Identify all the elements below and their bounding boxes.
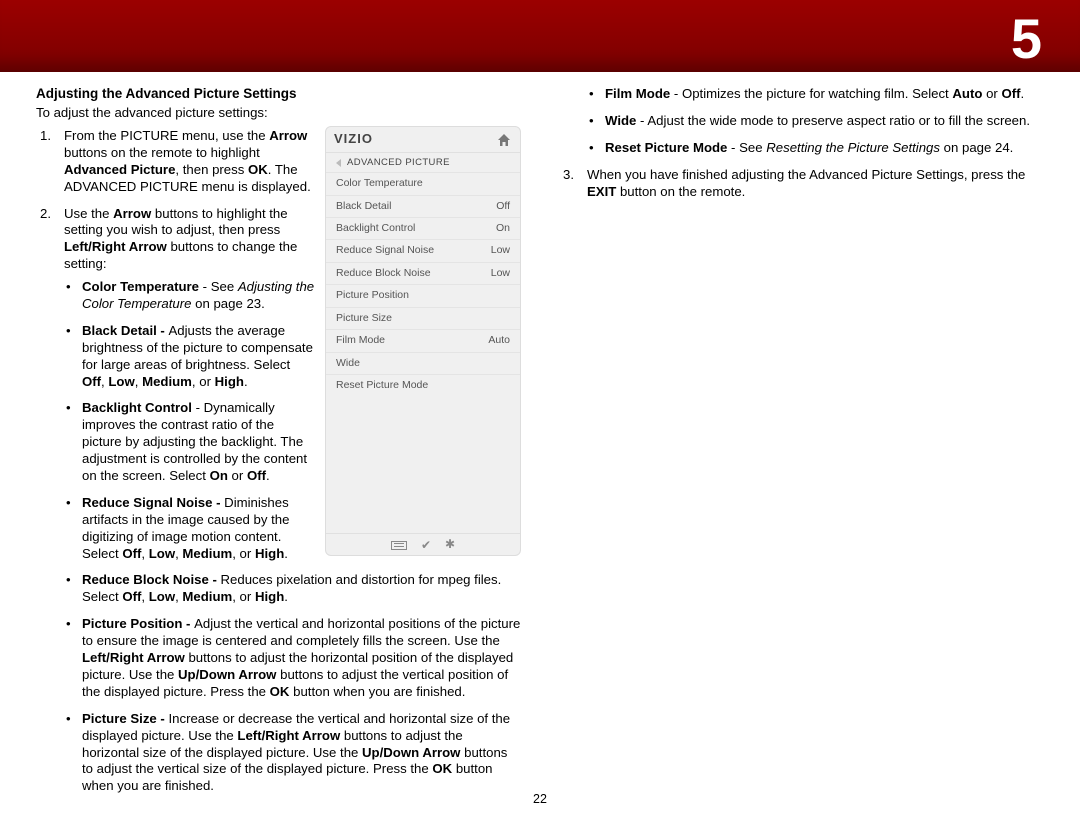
section-heading: Adjusting the Advanced Picture Settings (36, 86, 521, 101)
menu-logo: VIZIO (334, 131, 373, 148)
bullet-backlight-control: Backlight Control - Dynamically improves… (64, 400, 521, 484)
step-3: When you have finished adjusting the Adv… (559, 167, 1044, 201)
bullet-picture-size: Picture Size - Increase or decrease the … (64, 711, 521, 795)
bullet-reset-picture-mode: Reset Picture Mode - See Resetting the P… (587, 140, 1044, 157)
intro-text: To adjust the advanced picture settings: (36, 105, 521, 120)
bullet-picture-position: Picture Position - Adjust the vertical a… (64, 616, 521, 700)
bullet-black-detail: Black Detail - Adjusts the average brigh… (64, 323, 521, 391)
chapter-number: 5 (1011, 6, 1042, 71)
home-icon (496, 132, 512, 148)
back-arrow-icon (336, 159, 341, 167)
page-body: Adjusting the Advanced Picture Settings … (0, 82, 1080, 814)
bullet-wide: Wide - Adjust the wide mode to preserve … (587, 113, 1044, 130)
menu-row: Color Temperature (326, 172, 520, 194)
header-bar (0, 0, 1080, 72)
breadcrumb-label: ADVANCED PICTURE (347, 157, 450, 169)
step-1: VIZIO ADVANCED PICTURE Color Temperature… (36, 128, 521, 196)
bullet-film-mode: Film Mode - Optimizes the picture for wa… (587, 86, 1044, 103)
bullet-reduce-signal-noise: Reduce Signal Noise - Diminishes artifac… (64, 495, 521, 563)
bullet-reduce-block-noise: Reduce Block Noise - Reduces pixelation … (64, 572, 521, 606)
menu-breadcrumb: ADVANCED PICTURE (326, 153, 520, 172)
page-number: 22 (0, 792, 1080, 806)
bullet-color-temperature: Color Temperature - See Adjusting the Co… (64, 279, 521, 313)
